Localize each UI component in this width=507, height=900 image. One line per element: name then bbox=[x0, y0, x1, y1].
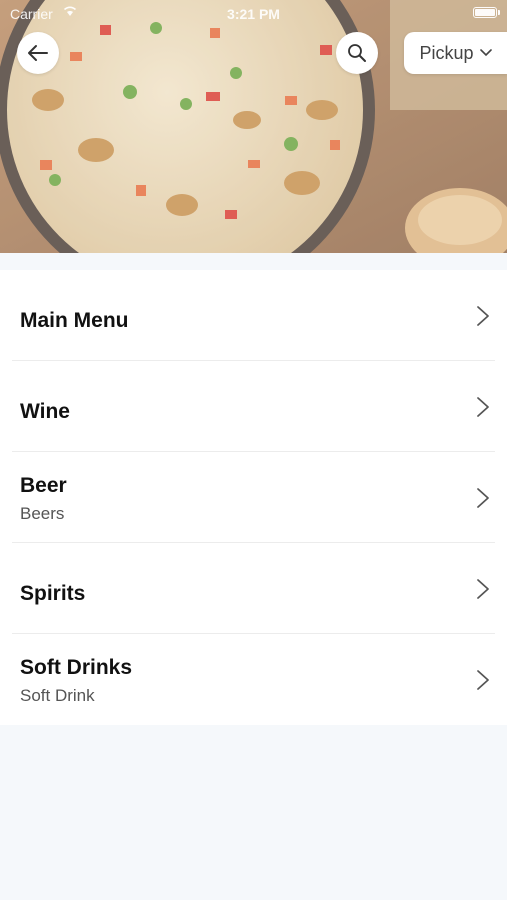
menu-item-title: Wine bbox=[20, 400, 70, 423]
menu-item-title: Main Menu bbox=[20, 309, 129, 332]
battery-cap-icon bbox=[498, 10, 500, 15]
arrow-left-icon bbox=[28, 45, 48, 61]
pickup-label: Pickup bbox=[419, 42, 474, 63]
menu-list: Main Menu Wine Beer Beers Spirits Soft D… bbox=[0, 270, 507, 725]
status-time: 3:21 PM bbox=[227, 6, 280, 22]
chevron-right-icon bbox=[477, 670, 489, 690]
back-button[interactable] bbox=[17, 32, 59, 74]
chevron-right-icon bbox=[477, 488, 489, 508]
chevron-right-icon bbox=[477, 397, 489, 417]
empty-background-area bbox=[0, 728, 507, 900]
menu-item-title: Soft Drinks bbox=[20, 656, 133, 679]
menu-item-main-menu[interactable]: Main Menu bbox=[0, 270, 507, 361]
menu-item-soft-drinks[interactable]: Soft Drinks Soft Drink bbox=[0, 634, 507, 725]
pickup-dropdown[interactable]: Pickup bbox=[404, 32, 507, 74]
menu-item-title: Spirits bbox=[20, 582, 86, 605]
chevron-right-icon bbox=[477, 579, 489, 599]
status-bar: Carrier 3:21 PM bbox=[0, 0, 507, 28]
menu-item-subtitle: Beers bbox=[20, 504, 65, 523]
menu-item-beer[interactable]: Beer Beers bbox=[0, 452, 507, 543]
menu-item-subtitle: Soft Drink bbox=[20, 686, 95, 705]
search-button[interactable] bbox=[336, 32, 378, 74]
menu-item-spirits[interactable]: Spirits bbox=[0, 543, 507, 634]
chevron-right-icon bbox=[477, 306, 489, 326]
menu-item-wine[interactable]: Wine bbox=[0, 361, 507, 452]
search-icon bbox=[348, 44, 366, 62]
chevron-down-icon bbox=[479, 49, 492, 57]
battery-icon bbox=[473, 7, 497, 18]
menu-item-title: Beer bbox=[20, 474, 67, 497]
